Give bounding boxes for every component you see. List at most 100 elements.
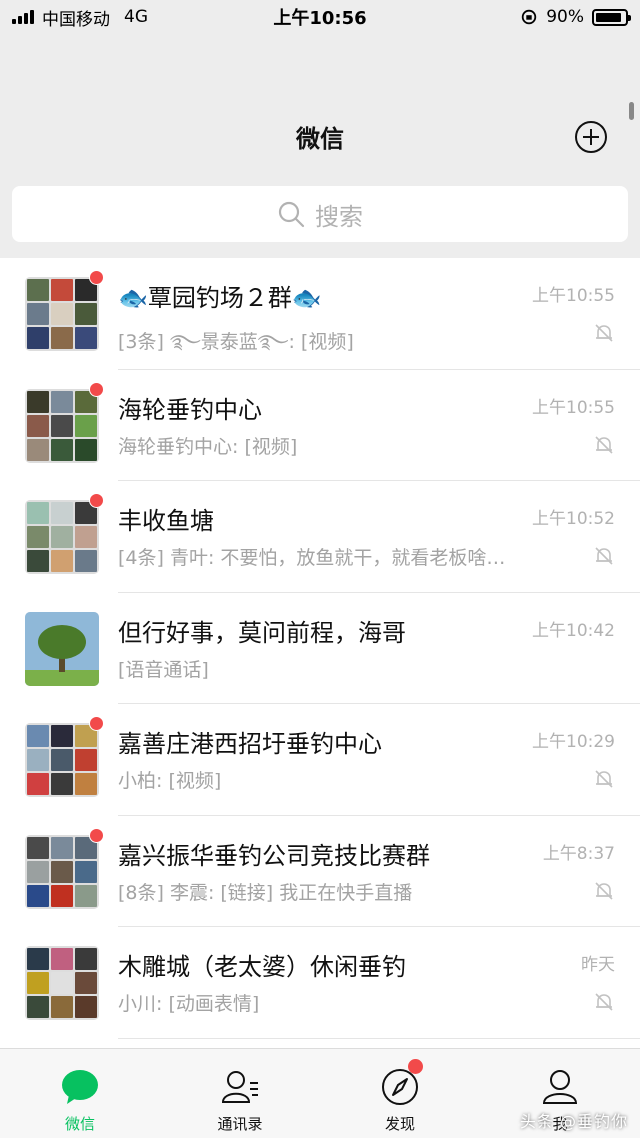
- status-bar: 中国移动 4G 上午10:56 90%: [0, 0, 640, 34]
- avatar-tile: [27, 996, 49, 1018]
- search-bar[interactable]: 搜索: [12, 186, 628, 242]
- avatar-tile: [75, 303, 97, 325]
- chat-preview: 小川: [动画表情]: [118, 993, 260, 1015]
- avatar-tile: [51, 327, 73, 349]
- tab-bar: 微信 通讯录 发现 我 头条 @垂钓你: [0, 1048, 640, 1138]
- tree-avatar-icon: [25, 611, 99, 686]
- tab-label: 微信: [64, 1115, 95, 1133]
- chat-time: 上午10:55: [532, 397, 615, 418]
- avatar-tile: [51, 972, 73, 994]
- chat-list: 🐟覃园钓场２群🐟 上午10:55 [3条] ࿐景泰蓝࿐: [视频] 海轮垂钓中心 上午1…: [0, 258, 640, 1048]
- chat-time: 上午8:37: [542, 843, 615, 864]
- nav-header: 微信: [0, 100, 640, 172]
- chat-preview: [3条] ࿐景泰蓝࿐: [视频]: [118, 331, 354, 353]
- chat-bubble-icon: [62, 1070, 98, 1104]
- discover-badge-dot: [408, 1059, 423, 1074]
- chat-preview: [8条] 李震: [链接] 我正在快手直播: [118, 881, 413, 904]
- avatar: [25, 388, 99, 463]
- avatar-tile: [27, 725, 49, 747]
- avatar-tile: [51, 390, 73, 413]
- network-label: 4G: [124, 7, 148, 27]
- chat-row[interactable]: 嘉善庄港西招圩垂钓中心 上午10:29 小柏: [视频]: [0, 704, 640, 816]
- chat-preview: [语音通话]: [118, 658, 209, 681]
- chat-row[interactable]: 木雕城（老太婆）休闲垂钓 昨天 小川: [动画表情]: [0, 927, 640, 1039]
- avatar: [25, 834, 99, 909]
- scroll-indicator: [629, 102, 634, 120]
- avatar-tile: [27, 390, 49, 413]
- avatar-tile: [51, 414, 73, 437]
- avatar-tile: [75, 884, 97, 907]
- avatar-tile: [27, 860, 49, 883]
- chat-preview: 海轮垂钓中心: [视频]: [118, 435, 298, 458]
- chat-row[interactable]: 嘉兴振华垂钓公司竞技比赛群 上午8:37 [8条] 李震: [链接] 我正在快手直播: [0, 816, 640, 927]
- unread-dot: [89, 381, 104, 397]
- avatar-tile: [51, 550, 73, 572]
- avatar-tile: [51, 526, 73, 548]
- avatar-tile: [51, 884, 73, 907]
- unread-dot: [89, 716, 104, 731]
- row-divider: [118, 1037, 640, 1039]
- chat-row[interactable]: 海轮垂钓中心 上午10:55 海轮垂钓中心: [视频]: [0, 370, 640, 481]
- unread-dot: [89, 270, 104, 285]
- chat-row[interactable]: 🐟覃园钓场２群🐟 上午10:55 [3条] ࿐景泰蓝࿐: [视频]: [0, 258, 640, 370]
- battery-percent: 90%: [546, 7, 584, 27]
- avatar-tile: [75, 550, 97, 572]
- chat-time: 上午10:42: [532, 620, 615, 641]
- avatar-tile: [51, 996, 73, 1018]
- avatar-tile: [27, 279, 49, 301]
- battery-fill: [596, 12, 622, 22]
- avatar-tile: [27, 414, 49, 437]
- avatar-tile: [27, 773, 49, 795]
- avatar-tile: [75, 414, 97, 437]
- avatar-tile: [27, 327, 49, 349]
- mute-bell-icon: [595, 324, 613, 342]
- carrier-label: 中国移动: [42, 9, 110, 30]
- tab-chats[interactable]: 微信: [0, 1049, 160, 1138]
- avatar-tile: [75, 860, 97, 883]
- avatar-tile: [27, 884, 49, 907]
- avatar: [25, 723, 99, 797]
- avatar-tile: [27, 550, 49, 572]
- avatar-tile: [51, 773, 73, 795]
- page-title: 微信: [296, 124, 344, 153]
- chat-name: 🐟覃园钓场２群🐟: [118, 284, 322, 312]
- tab-discover[interactable]: 发现: [320, 1049, 480, 1138]
- chat-name: 丰收鱼塘: [118, 507, 214, 535]
- tab-contacts[interactable]: 通讯录: [160, 1049, 320, 1138]
- avatar-tile: [51, 502, 73, 524]
- mute-bell-icon: [595, 435, 613, 454]
- avatar-tile: [75, 526, 97, 548]
- tab-label: 通讯录: [217, 1115, 263, 1133]
- avatar: [25, 500, 99, 574]
- avatar-tile: [75, 749, 97, 771]
- avatar-tile: [27, 749, 49, 771]
- avatar-tile: [27, 948, 49, 970]
- avatar-tile: [75, 948, 97, 970]
- search-icon: [278, 201, 305, 228]
- chat-time: 昨天: [581, 955, 615, 975]
- avatar-tile: [27, 502, 49, 524]
- chat-preview: 小柏: [视频]: [118, 770, 222, 792]
- chat-name: 嘉善庄港西招圩垂钓中心: [118, 730, 382, 758]
- rotation-lock-icon: [522, 9, 537, 25]
- chat-row[interactable]: 但行好事，莫问前程，海哥 上午10:42 [语音通话]: [0, 593, 640, 704]
- avatar-tile: [51, 303, 73, 325]
- plus-circle-icon[interactable]: [574, 120, 608, 154]
- avatar-tile: [51, 279, 73, 301]
- battery-icon: [592, 8, 631, 26]
- chat-row[interactable]: 丰收鱼塘 上午10:52 [4条] 青叶: 不要怕，放鱼就干，就看老板啥…: [0, 481, 640, 593]
- unread-dot: [89, 827, 104, 843]
- avatar-tile: [75, 996, 97, 1018]
- avatar: [25, 611, 99, 686]
- avatar-tile: [27, 526, 49, 548]
- mute-bell-icon: [595, 770, 613, 788]
- chat-name: 嘉兴振华垂钓公司竞技比赛群: [118, 841, 430, 870]
- avatar-tile: [27, 972, 49, 994]
- tab-label: 发现: [384, 1115, 415, 1133]
- avatar-tile: [51, 725, 73, 747]
- avatar-tile: [27, 836, 49, 859]
- unread-dot: [89, 493, 104, 508]
- avatar-tile: [75, 972, 97, 994]
- mute-bell-icon: [595, 547, 613, 565]
- avatar-tile: [27, 438, 49, 461]
